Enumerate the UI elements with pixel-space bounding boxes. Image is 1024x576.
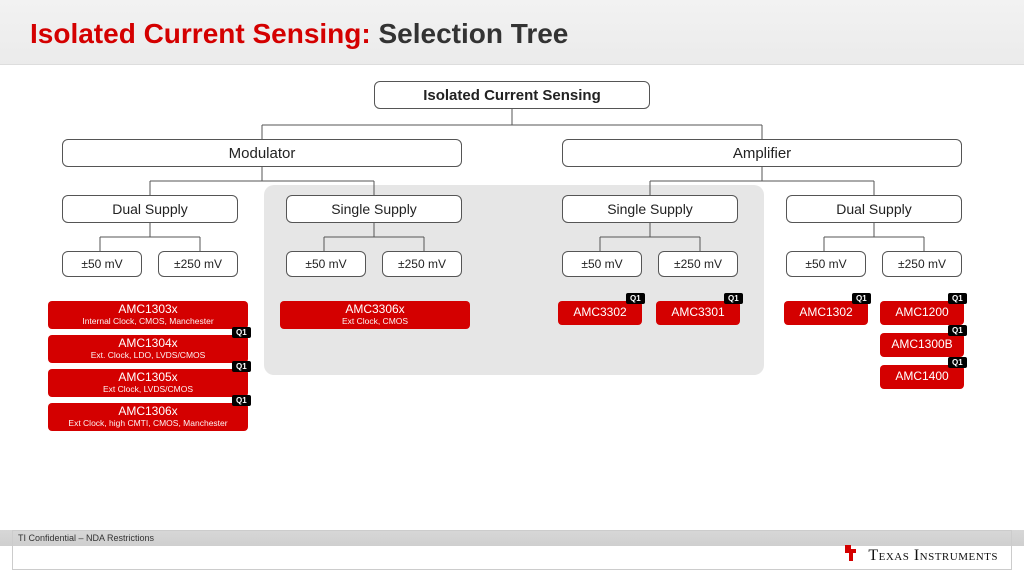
brand-text: Texas Instruments: [868, 547, 998, 565]
node-amplifier: Amplifier: [562, 139, 962, 167]
chip-sub: Internal Clock, CMOS, Manchester: [82, 317, 213, 327]
node-mod-single-250: ±250 mV: [382, 251, 462, 277]
chip-label: AMC1300B: [891, 338, 952, 352]
title-red: Isolated Current Sensing:: [30, 18, 371, 49]
node-modulator: Modulator: [62, 139, 462, 167]
chip-sub: Ext Clock, LVDS/CMOS: [103, 385, 193, 395]
q1-badge: Q1: [232, 361, 251, 372]
chip-amc1200[interactable]: AMC1200: [880, 301, 964, 325]
q1-badge: Q1: [852, 293, 871, 304]
tree-canvas: Isolated Current Sensing Modulator Ampli…: [0, 65, 1024, 505]
q1-badge: Q1: [948, 293, 967, 304]
page-title: Isolated Current Sensing: Selection Tree: [30, 18, 994, 50]
chip-amc3306x[interactable]: AMC3306x Ext Clock, CMOS: [280, 301, 470, 329]
chip-label: AMC1304x: [118, 337, 177, 351]
chip-label: AMC1400: [895, 370, 948, 384]
q1-badge: Q1: [232, 395, 251, 406]
chip-amc1306x[interactable]: AMC1306x Ext Clock, high CMTI, CMOS, Man…: [48, 403, 248, 431]
node-mod-single: Single Supply: [286, 195, 462, 223]
chip-amc1302[interactable]: AMC1302: [784, 301, 868, 325]
q1-badge: Q1: [948, 325, 967, 336]
chip-label: AMC3306x: [345, 303, 404, 317]
chip-label: AMC1306x: [118, 405, 177, 419]
chip-amc1400[interactable]: AMC1400: [880, 365, 964, 389]
q1-badge: Q1: [232, 327, 251, 338]
chip-sub: Ext Clock, CMOS: [342, 317, 408, 327]
chip-amc1305x[interactable]: AMC1305x Ext Clock, LVDS/CMOS: [48, 369, 248, 397]
chip-amc3301[interactable]: AMC3301: [656, 301, 740, 325]
chip-label: AMC1303x: [118, 303, 177, 317]
ti-bug-icon: [842, 543, 862, 568]
node-amp-single: Single Supply: [562, 195, 738, 223]
node-mod-dual-250: ±250 mV: [158, 251, 238, 277]
title-bar: Isolated Current Sensing: Selection Tree: [0, 0, 1024, 65]
tree-connectors: [0, 65, 1024, 505]
chip-label: AMC1200: [895, 306, 948, 320]
node-root: Isolated Current Sensing: [374, 81, 650, 109]
title-black: Selection Tree: [371, 18, 569, 49]
node-mod-dual: Dual Supply: [62, 195, 238, 223]
chip-label: AMC3301: [671, 306, 724, 320]
node-amp-dual: Dual Supply: [786, 195, 962, 223]
node-amp-single-250: ±250 mV: [658, 251, 738, 277]
node-amp-dual-50: ±50 mV: [786, 251, 866, 277]
node-mod-single-50: ±50 mV: [286, 251, 366, 277]
chip-amc3302[interactable]: AMC3302: [558, 301, 642, 325]
chip-amc1300b[interactable]: AMC1300B: [880, 333, 964, 357]
node-mod-dual-50: ±50 mV: [62, 251, 142, 277]
node-amp-dual-250: ±250 mV: [882, 251, 962, 277]
q1-badge: Q1: [626, 293, 645, 304]
brand-logo: Texas Instruments: [842, 543, 998, 568]
node-amp-single-50: ±50 mV: [562, 251, 642, 277]
q1-badge: Q1: [948, 357, 967, 368]
chip-amc1304x[interactable]: AMC1304x Ext. Clock, LDO, LVDS/CMOS: [48, 335, 248, 363]
chip-label: AMC1305x: [118, 371, 177, 385]
chip-amc1303x[interactable]: AMC1303x Internal Clock, CMOS, Mancheste…: [48, 301, 248, 329]
chip-sub: Ext Clock, high CMTI, CMOS, Manchester: [68, 419, 227, 429]
chip-sub: Ext. Clock, LDO, LVDS/CMOS: [91, 351, 206, 361]
chip-label: AMC3302: [573, 306, 626, 320]
q1-badge: Q1: [724, 293, 743, 304]
chip-label: AMC1302: [799, 306, 852, 320]
